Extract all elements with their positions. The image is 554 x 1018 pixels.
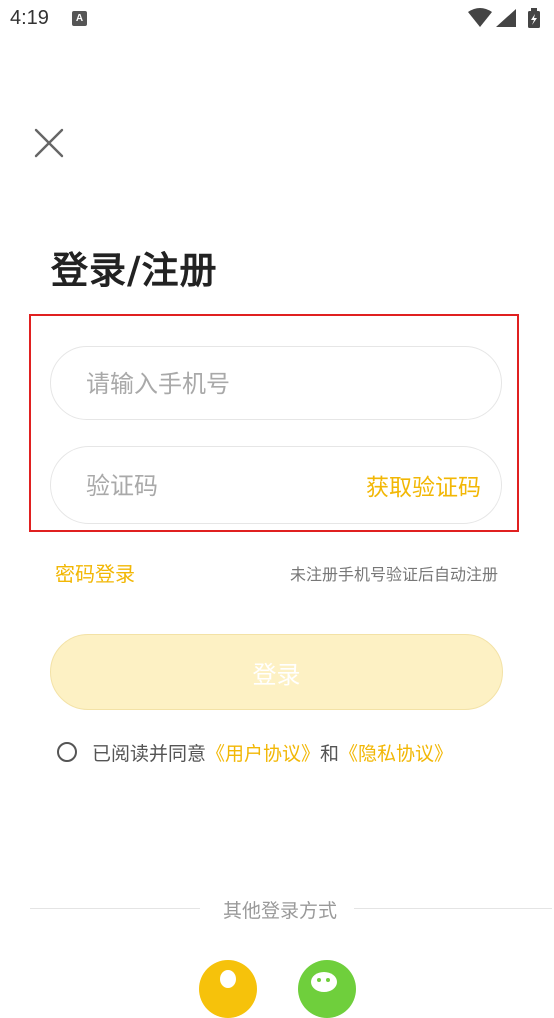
auto-register-note: 未注册手机号验证后自动注册 <box>289 565 498 584</box>
password-login-link[interactable]: 密码登录 <box>55 558 135 587</box>
verification-code-input[interactable] <box>84 447 388 525</box>
status-bar: 4:19 A <box>0 0 554 38</box>
status-time: 4:19 <box>10 7 49 29</box>
login-button[interactable]: 登录 <box>50 634 503 710</box>
phone-field-container[interactable] <box>50 346 502 421</box>
user-agreement-link[interactable]: 《用户协议》 <box>206 739 320 766</box>
agreement-conjunction: 和 <box>320 742 340 765</box>
page-title: 登录/注册 <box>51 249 218 292</box>
status-icons <box>468 8 540 28</box>
close-button[interactable] <box>32 126 66 160</box>
agreement-row: 已阅读并同意 《用户协议》 和 《隐私协议》 <box>57 739 453 765</box>
get-code-button[interactable]: 获取验证码 <box>366 447 481 523</box>
battery-icon <box>528 8 540 28</box>
phone-input[interactable] <box>84 347 388 421</box>
wifi-icon <box>468 8 492 27</box>
close-icon <box>34 128 64 158</box>
other-login-label: 其他登录方式 <box>222 900 337 922</box>
other-login-divider: 其他登录方式 <box>30 896 552 922</box>
qq-login-icon <box>220 970 236 988</box>
qq-login-button[interactable] <box>199 960 257 1018</box>
wechat-login-icon <box>311 972 337 992</box>
signal-icon <box>496 9 516 27</box>
privacy-policy-link[interactable]: 《隐私协议》 <box>339 739 453 766</box>
agreement-checkbox[interactable] <box>57 742 77 762</box>
wechat-login-button[interactable] <box>298 960 356 1018</box>
divider-line-right <box>354 908 552 909</box>
divider-line-left <box>30 908 200 909</box>
agreement-prefix: 已阅读并同意 <box>92 742 207 765</box>
notification-icon: A <box>72 11 87 26</box>
code-field-container[interactable]: 获取验证码 <box>50 446 502 525</box>
